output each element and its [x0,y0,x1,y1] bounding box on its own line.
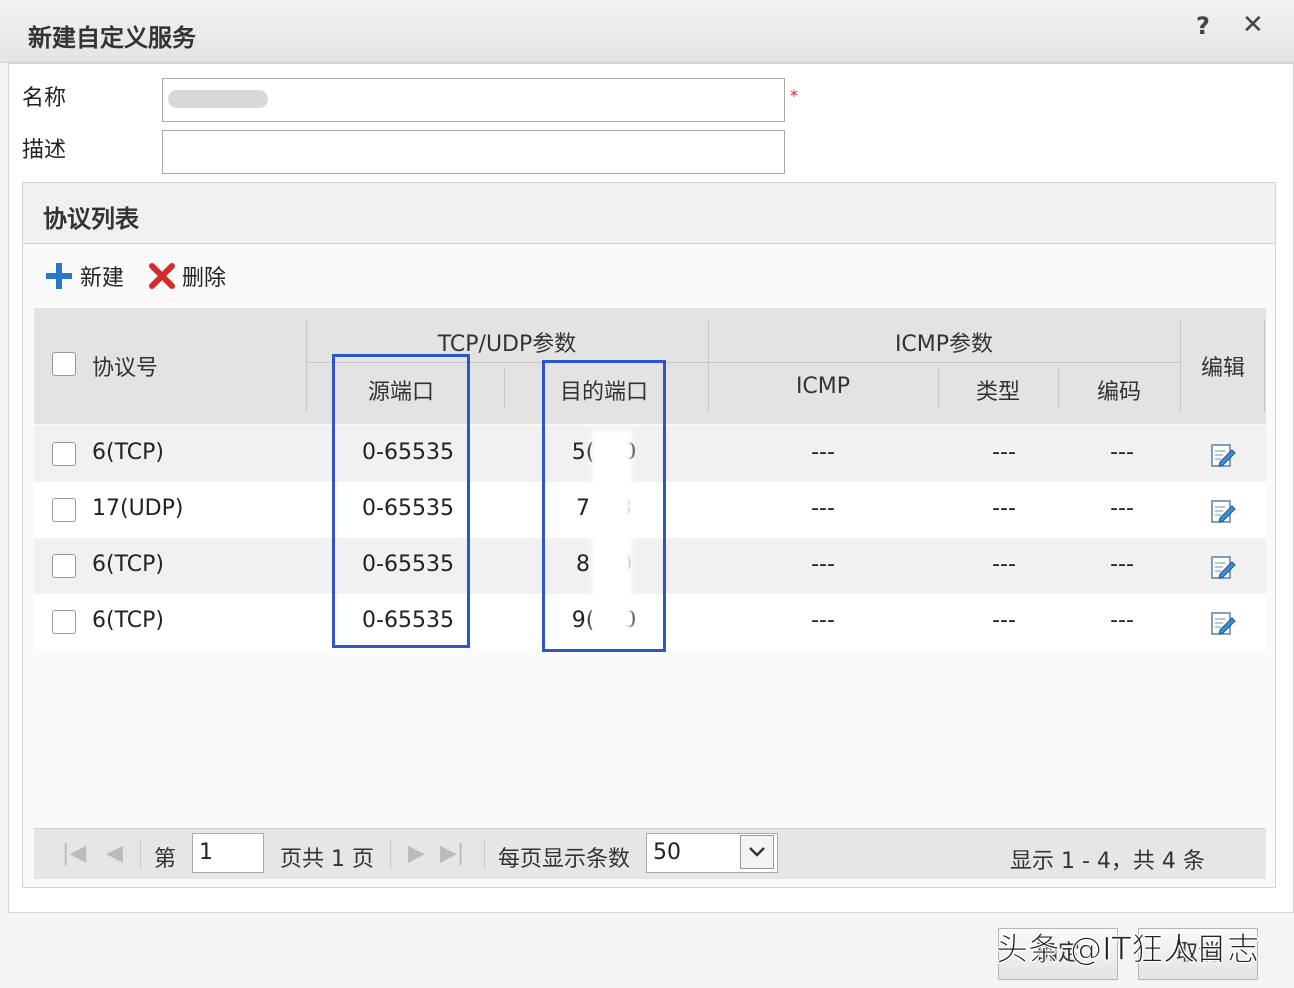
required-mark: * [790,86,798,105]
chevron-down-icon[interactable] [740,835,774,869]
icmp-group-header: ICMP参数 [894,332,994,357]
delete-button-label: 删除 [182,266,227,291]
protocol-panel-title: 协议列表 [43,205,139,233]
new-button[interactable]: 新建 [44,258,124,294]
pager: |◀ ◀ 第 1 页共 1 页 ▶ ▶| 每页显示条数 50 显示 1 - 4，… [34,828,1266,879]
edit-icon[interactable] [1210,442,1236,468]
type-cell: --- [992,440,1016,465]
row-checkbox[interactable] [52,498,76,522]
page-prefix: 第 [154,847,177,872]
page-total: 页共 1 页 [280,847,374,872]
name-label: 名称 [22,86,67,111]
type-header: 类型 [975,380,1020,405]
delete-button[interactable]: 删除 [148,258,226,294]
per-page-label: 每页显示条数 [498,847,631,872]
desc-label: 描述 [22,138,67,163]
code-cell: --- [1110,440,1134,465]
prev-page-icon[interactable]: ◀ [106,841,123,866]
code-cell: --- [1110,552,1134,577]
src-port-highlight [332,354,470,648]
dialog-title: 新建自定义服务 [28,24,196,52]
page-number-input[interactable]: 1 [192,833,264,873]
dialog-titlebar: 新建自定义服务 ? ✕ [0,0,1294,63]
select-all-checkbox[interactable] [52,352,76,376]
delete-icon [149,263,175,289]
close-icon[interactable]: ✕ [1242,10,1264,40]
code-header: 编码 [1096,380,1141,405]
dst-port-highlight [542,360,666,652]
edit-header: 编辑 [1200,356,1245,381]
edit-icon[interactable] [1210,554,1236,580]
protocol-header: 协议号 [92,356,159,381]
row-checkbox[interactable] [52,554,76,578]
icmp-cell: --- [811,496,835,521]
pager-summary: 显示 1 - 4，共 4 条 [1010,849,1205,874]
protocol-cell: 6(TCP) [92,608,164,633]
icmp-header: ICMP [795,374,851,399]
edit-icon[interactable] [1210,498,1236,524]
row-checkbox[interactable] [52,610,76,634]
code-cell: --- [1110,608,1134,633]
watermark: 头条 @IT狂人日志 [995,930,1260,969]
type-cell: --- [992,552,1016,577]
desc-field[interactable] [162,130,785,174]
protocol-cell: 6(TCP) [92,552,164,577]
protocol-cell: 17(UDP) [92,496,184,521]
edit-icon[interactable] [1210,610,1236,636]
type-cell: --- [992,608,1016,633]
icmp-cell: --- [811,440,835,465]
code-cell: --- [1110,496,1134,521]
add-icon [46,263,72,289]
icmp-cell: --- [811,552,835,577]
new-button-label: 新建 [80,266,125,291]
next-page-icon[interactable]: ▶ [408,841,425,866]
last-page-icon[interactable]: ▶| [440,841,464,866]
first-page-icon[interactable]: |◀ [62,841,86,866]
row-checkbox[interactable] [52,442,76,466]
protocol-cell: 6(TCP) [92,440,164,465]
name-redaction [168,90,268,108]
protocol-panel-header: 协议列表 [23,183,1275,244]
icmp-cell: --- [811,608,835,633]
type-cell: --- [992,496,1016,521]
help-icon[interactable]: ? [1196,12,1210,40]
